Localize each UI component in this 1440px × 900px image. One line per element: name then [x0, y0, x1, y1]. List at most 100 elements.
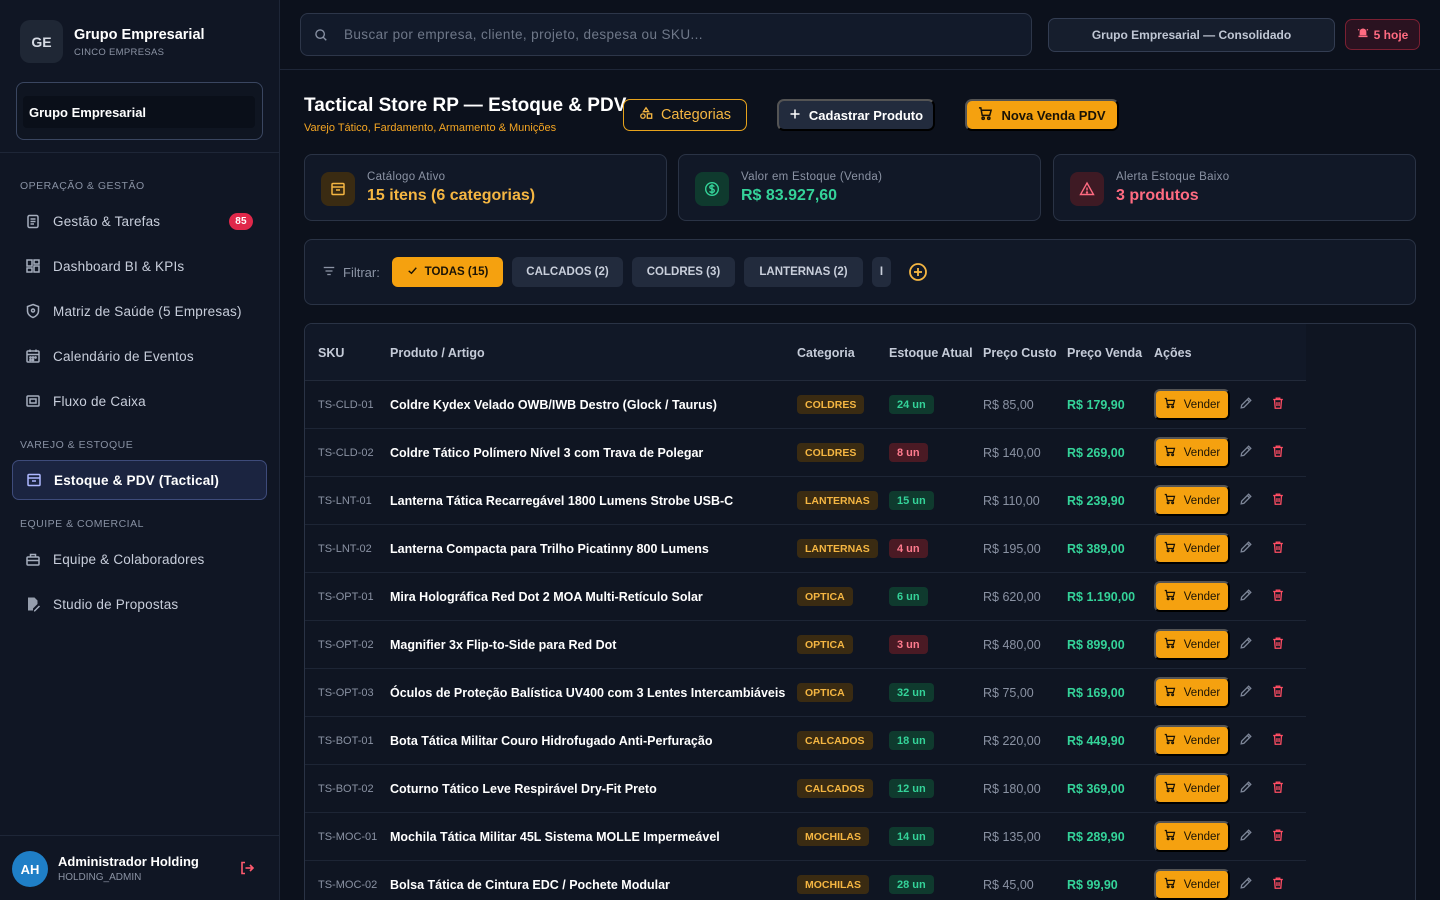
trash-icon[interactable] [1271, 492, 1285, 509]
edit-icon[interactable] [1239, 492, 1253, 509]
sell-button[interactable]: Vender [1154, 869, 1230, 900]
product-name-cell: Bolsa Tática de Cintura EDC / Pochete Mo… [390, 877, 670, 892]
sell-button[interactable]: Vender [1154, 629, 1230, 660]
consolidated-selector[interactable]: Grupo Empresarial — Consolidado [1048, 18, 1335, 52]
sidebar-item-calendario[interactable]: Calendário de Eventos [12, 336, 267, 376]
table-row[interactable]: TS-CLD-01 Coldre Kydex Velado OWB/IWB Des… [305, 381, 1306, 429]
filter-chip-todas[interactable]: TODAS (15) [392, 257, 503, 287]
clipboard-icon [25, 213, 41, 229]
sidebar-item-estoque-pdv[interactable]: Estoque & PDV (Tactical) [12, 460, 267, 500]
sidebar-item-equipe[interactable]: Equipe & Colaboradores [12, 539, 267, 579]
new-sale-button[interactable]: Nova Venda PDV [965, 99, 1119, 131]
table-row[interactable]: TS-OPT-03 Óculos de Proteção Balística UV… [305, 669, 1306, 717]
edit-icon[interactable] [1239, 828, 1253, 845]
sell-button[interactable]: Vender [1154, 821, 1230, 852]
category-badge: LANTERNAS [797, 539, 878, 558]
logout-icon[interactable] [239, 860, 255, 879]
trash-icon[interactable] [1271, 876, 1285, 893]
price-cell: R$ 99,90 [1067, 877, 1118, 892]
table-row[interactable]: TS-BOT-01 Bota Tática Militar Couro Hidro… [305, 717, 1306, 765]
table-row[interactable]: TS-OPT-02 Magnifier 3x Flip-to-Side para … [305, 621, 1306, 669]
column-header-estoque: Estoque Atual [889, 346, 973, 360]
sidebar-item-fluxo-caixa[interactable]: Fluxo de Caixa [12, 381, 267, 421]
column-header-produto: Produto / Artigo [390, 346, 485, 360]
table-row[interactable]: TS-CLD-02 Coldre Tático Polímero Nível 3 … [305, 429, 1306, 477]
sell-button[interactable]: Vender [1154, 485, 1230, 516]
trash-icon[interactable] [1271, 636, 1285, 653]
sidebar-item-label: Estoque & PDV (Tactical) [54, 472, 220, 488]
edit-icon[interactable] [1239, 876, 1253, 893]
org-selector-value: Grupo Empresarial [23, 96, 255, 128]
category-badge: COLDRES [797, 395, 865, 414]
stock-badge: 24 un [889, 395, 934, 414]
table-row[interactable]: TS-MOC-01 Mochila Tática Militar 45L Sist… [305, 813, 1306, 861]
trash-icon[interactable] [1271, 540, 1285, 557]
stock-badge: 3 un [889, 635, 928, 654]
org-selector[interactable]: Grupo Empresarial [16, 82, 263, 140]
category-badge: LANTERNAS [797, 491, 878, 510]
edit-icon[interactable] [1239, 732, 1253, 749]
sell-button-label: Vender [1183, 878, 1221, 891]
category-cell: OPTICA [797, 669, 853, 716]
edit-icon[interactable] [1239, 780, 1253, 797]
edit-icon[interactable] [1239, 540, 1253, 557]
search-input[interactable] [344, 14, 1024, 55]
filter-chip-coldres[interactable]: COLDRES (3) [632, 257, 735, 287]
category-badge: OPTICA [797, 683, 853, 702]
add-filter-icon[interactable] [908, 262, 928, 285]
sidebar-item-label: Fluxo de Caixa [53, 393, 146, 409]
sidebar-item-dashboard[interactable]: Dashboard BI & KPIs [12, 246, 267, 286]
sell-button[interactable]: Vender [1154, 533, 1230, 564]
table-row[interactable]: TS-LNT-01 Lanterna Tática Recarregável 18… [305, 477, 1306, 525]
table-row[interactable]: TS-MOC-02 Bolsa Tática de Cintura EDC / P… [305, 861, 1306, 900]
actions-cell: Vender [1154, 765, 1230, 812]
product-name-cell: Lanterna Tática Recarregável 1800 Lumens… [390, 493, 734, 508]
sell-button[interactable]: Vender [1154, 389, 1230, 420]
product-name-cell: Mira Holográfica Red Dot 2 MOA Multi-Ret… [390, 589, 703, 604]
brand[interactable]: GE Grupo Empresarial CINCO EMPRESAS [20, 20, 270, 64]
actions-cell: Vender [1154, 861, 1230, 900]
categories-button[interactable]: Categorias [623, 99, 747, 131]
trash-icon[interactable] [1271, 396, 1285, 413]
sidebar-item-label: Studio de Propostas [53, 596, 179, 612]
sidebar-section-title: VAREJO & ESTOQUE [20, 439, 134, 451]
table-row[interactable]: TS-BOT-02 Coturno Tático Leve Respirável … [305, 765, 1306, 813]
sell-button[interactable]: Vender [1154, 725, 1230, 756]
alerts-button[interactable]: 5 hoje [1345, 19, 1420, 50]
filter-chip-calcados[interactable]: CALCADOS (2) [512, 257, 623, 287]
sidebar: GE Grupo Empresarial CINCO EMPRESAS Grup… [0, 0, 280, 900]
sidebar-item-matriz-saude[interactable]: Matriz de Saúde (5 Empresas) [12, 291, 267, 331]
sell-button[interactable]: Vender [1154, 677, 1230, 708]
table-row[interactable]: TS-LNT-02 Lanterna Compacta para Trilho P… [305, 525, 1306, 573]
sell-button[interactable]: Vender [1154, 437, 1230, 468]
table-row[interactable]: TS-OPT-01 Mira Holográfica Red Dot 2 MOA … [305, 573, 1306, 621]
actions-cell: Vender [1154, 621, 1230, 668]
edit-icon[interactable] [1239, 396, 1253, 413]
avatar[interactable]: AH [12, 851, 48, 887]
trash-icon[interactable] [1271, 780, 1285, 797]
edit-icon[interactable] [1239, 636, 1253, 653]
cash-icon [25, 393, 41, 409]
edit-icon[interactable] [1239, 588, 1253, 605]
trash-icon[interactable] [1271, 444, 1285, 461]
products-table: SKU Produto / Artigo Categoria Estoque A… [304, 323, 1416, 900]
sell-button[interactable]: Vender [1154, 581, 1230, 612]
edit-icon[interactable] [1239, 684, 1253, 701]
stock-cell: 12 un [889, 765, 934, 812]
cost-cell: R$ 135,00 [983, 829, 1041, 844]
trash-icon[interactable] [1271, 588, 1285, 605]
filter-chip-lanternas[interactable]: LANTERNAS (2) [744, 257, 863, 287]
sidebar-item-gestao-tarefas[interactable]: Gestão & Tarefas 85 [12, 201, 267, 241]
sell-button[interactable]: Vender [1154, 773, 1230, 804]
new-product-button[interactable]: Cadastrar Produto [777, 99, 935, 131]
table-header: SKU Produto / Artigo Categoria Estoque A… [305, 324, 1306, 381]
edit-icon[interactable] [1239, 444, 1253, 461]
cost-cell: R$ 180,00 [983, 781, 1041, 796]
search-box[interactable] [300, 13, 1032, 56]
dashboard-icon [25, 258, 41, 274]
trash-icon[interactable] [1271, 684, 1285, 701]
sidebar-item-studio-propostas[interactable]: Studio de Propostas [12, 584, 267, 624]
trash-icon[interactable] [1271, 732, 1285, 749]
filter-chip-truncated[interactable]: I [872, 257, 891, 287]
trash-icon[interactable] [1271, 828, 1285, 845]
